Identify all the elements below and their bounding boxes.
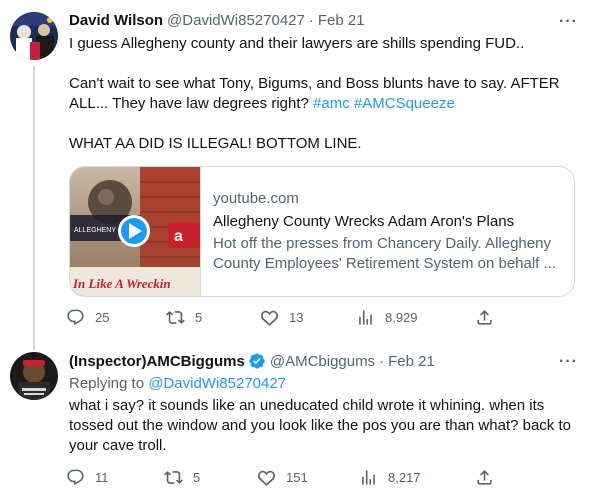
- more-icon[interactable]: ···: [559, 353, 578, 371]
- more-icon[interactable]: ···: [559, 13, 578, 31]
- views-icon: [359, 310, 372, 325]
- views-count: 8,929: [385, 310, 418, 325]
- action-bar: 25 5 13 8,929: [66, 308, 506, 332]
- avatar[interactable]: [10, 352, 58, 400]
- thread-line: [33, 66, 35, 350]
- avatar[interactable]: [10, 12, 58, 60]
- tweet[interactable]: (Inspector)AMCBiggums @AMCbiggums · Feb …: [0, 340, 592, 502]
- retweet-count: 5: [193, 470, 201, 485]
- tweet-text: I guess Allegheny county and their lawye…: [69, 34, 577, 154]
- views-button[interactable]: 8,929: [356, 308, 418, 327]
- reply-icon: [67, 469, 84, 486]
- retweet-icon: [164, 471, 183, 484]
- thumbnail-caption: In Like A Wreckin: [72, 276, 171, 291]
- separator-dot: ·: [379, 352, 385, 370]
- tweet-paragraph: WHAT AA DID IS ILLEGAL! BOTTOM LINE.: [69, 135, 362, 152]
- tweet-header: (Inspector)AMCBiggums @AMCbiggums · Feb …: [69, 352, 435, 370]
- user-handle[interactable]: @AMCbiggums: [270, 353, 375, 370]
- link-preview-card[interactable]: ALLEGHENY COUNTY a In Like A Wreckin you…: [69, 166, 575, 297]
- tweet[interactable]: David Wilson @DavidWi85270427 · Feb 21 ·…: [0, 0, 592, 350]
- retweet-count: 5: [195, 310, 203, 325]
- timestamp[interactable]: Feb 21: [318, 12, 365, 29]
- card-body: youtube.com Allegheny County Wrecks Adam…: [213, 189, 565, 274]
- tweet-text: what i say? it sounds like an uneducated…: [69, 396, 577, 456]
- card-domain: youtube.com: [213, 190, 299, 207]
- verified-badge-icon[interactable]: [248, 352, 266, 370]
- retweet-button[interactable]: 5: [166, 308, 202, 327]
- like-count: 151: [286, 470, 308, 485]
- card-description: Hot off the presses from Chancery Daily.…: [213, 235, 557, 272]
- reply-count: 25: [95, 310, 110, 325]
- card-title: Allegheny County Wrecks Adam Aron's Plan…: [213, 213, 515, 230]
- tweet-paragraph: what i say? it sounds like an uneducated…: [69, 397, 571, 454]
- like-count: 13: [289, 310, 304, 325]
- views-count: 8,217: [388, 470, 421, 485]
- display-name[interactable]: (Inspector)AMCBiggums: [69, 353, 245, 370]
- views-button[interactable]: 8,217: [359, 468, 421, 487]
- mention-link[interactable]: @DavidWi85270427: [148, 375, 286, 392]
- user-handle[interactable]: @DavidWi85270427: [167, 12, 305, 29]
- share-button[interactable]: [475, 468, 494, 487]
- tweet-header: David Wilson @DavidWi85270427 · Feb 21: [69, 12, 365, 29]
- card-thumbnail: ALLEGHENY COUNTY a In Like A Wreckin: [70, 167, 201, 296]
- reply-button[interactable]: 25: [66, 308, 109, 327]
- play-icon[interactable]: [118, 215, 150, 247]
- retweet-icon: [166, 311, 185, 324]
- display-name[interactable]: David Wilson: [69, 12, 163, 29]
- reply-button[interactable]: 11: [66, 468, 109, 487]
- share-icon: [477, 310, 492, 325]
- hashtag-link[interactable]: #amc: [313, 95, 350, 112]
- replying-to: Replying to @DavidWi85270427: [69, 374, 577, 394]
- action-bar: 11 5 151 8,217: [66, 468, 506, 492]
- like-icon: [261, 310, 278, 326]
- tweet-paragraph: I guess Allegheny county and their lawye…: [69, 35, 525, 52]
- like-icon: [258, 470, 275, 486]
- timestamp[interactable]: Feb 21: [388, 353, 435, 370]
- retweet-button[interactable]: 5: [164, 468, 200, 487]
- replying-prefix: Replying to: [69, 375, 149, 392]
- thumbnail-logo: a: [174, 228, 183, 245]
- hashtag-link[interactable]: #AMCSqueeze: [354, 95, 455, 112]
- like-button[interactable]: 13: [260, 308, 303, 327]
- like-button[interactable]: 151: [257, 468, 308, 487]
- share-icon: [477, 470, 492, 485]
- views-icon: [362, 470, 375, 485]
- separator-dot: ·: [308, 12, 314, 29]
- reply-count: 11: [95, 470, 109, 485]
- share-button[interactable]: [475, 308, 494, 327]
- tweet-paragraph: Can't wait to see what Tony, Bigums, and…: [69, 74, 577, 114]
- reply-icon: [67, 309, 84, 326]
